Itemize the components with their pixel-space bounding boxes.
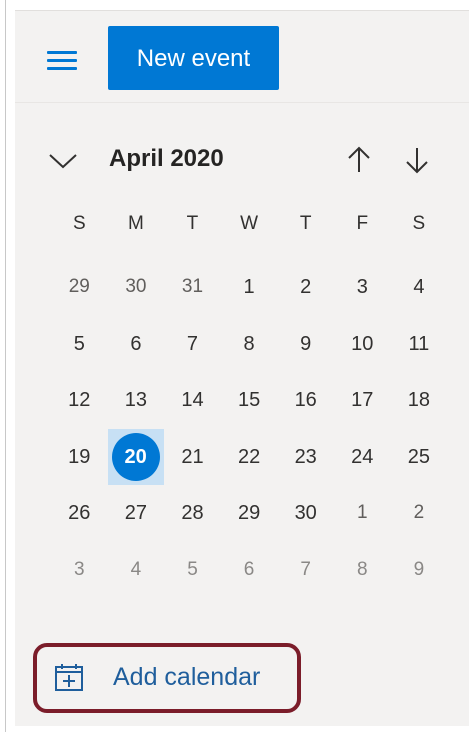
day-cell[interactable]: 10	[334, 316, 391, 373]
day-cell[interactable]: 4	[108, 542, 165, 599]
day-cell[interactable]: 7	[164, 316, 221, 373]
day-cell[interactable]: 17	[334, 372, 391, 429]
weekday-label: S	[72, 213, 86, 234]
day-cell[interactable]: 31	[164, 259, 221, 316]
weekday-header-row: S M T W T F S	[51, 213, 447, 245]
month-header: April 2020	[15, 141, 469, 181]
month-day-grid: 29 30 31 1 2 3 4 5 6 7 8 9 10 11 12 13 1…	[51, 259, 447, 599]
day-cell[interactable]: 1	[334, 485, 391, 542]
day-cell[interactable]: 2	[391, 485, 448, 542]
day-cell[interactable]: 6	[221, 542, 278, 599]
arrow-down-icon[interactable]	[400, 143, 434, 177]
day-cell[interactable]: 27	[108, 485, 165, 542]
weekday-label: F	[356, 213, 369, 234]
top-toolbar: New event	[15, 11, 469, 103]
day-cell[interactable]: 5	[164, 542, 221, 599]
add-calendar-icon	[54, 662, 84, 692]
day-cell[interactable]: 30	[277, 485, 334, 542]
day-cell[interactable]: 8	[334, 542, 391, 599]
day-cell[interactable]: 8	[221, 316, 278, 373]
day-cell[interactable]: 22	[221, 429, 278, 486]
day-cell-today[interactable]: 20	[107, 428, 165, 486]
day-cell[interactable]: 12	[51, 372, 108, 429]
hamburger-icon[interactable]	[43, 47, 79, 75]
new-event-button[interactable]: New event	[108, 26, 279, 90]
day-cell[interactable]: 3	[51, 542, 108, 599]
day-cell[interactable]: 13	[108, 372, 165, 429]
day-cell[interactable]: 29	[51, 259, 108, 316]
day-cell[interactable]: 26	[51, 485, 108, 542]
add-calendar-label: Add calendar	[113, 663, 261, 691]
day-cell[interactable]: 4	[391, 259, 448, 316]
day-cell[interactable]: 14	[164, 372, 221, 429]
weekday-label: S	[412, 213, 426, 234]
month-title[interactable]: April 2020	[109, 145, 224, 173]
day-cell[interactable]: 21	[164, 429, 221, 486]
day-cell[interactable]: 9	[277, 316, 334, 373]
day-cell[interactable]: 3	[334, 259, 391, 316]
weekday-label: M	[127, 213, 144, 234]
add-calendar-button[interactable]: Add calendar	[33, 643, 301, 713]
today-marker: 20	[111, 432, 160, 481]
day-cell[interactable]: 5	[51, 316, 108, 373]
weekday-label: T	[186, 213, 199, 234]
calendar-navigation-pane: New event April 2020 S M T W T F S 29 30…	[15, 10, 469, 726]
day-cell[interactable]: 16	[277, 372, 334, 429]
day-cell[interactable]: 29	[221, 485, 278, 542]
day-cell[interactable]: 11	[391, 316, 448, 373]
day-cell[interactable]: 19	[51, 429, 108, 486]
day-cell[interactable]: 30	[108, 259, 165, 316]
day-cell[interactable]: 2	[277, 259, 334, 316]
day-cell[interactable]: 15	[221, 372, 278, 429]
chevron-down-icon[interactable]	[47, 147, 79, 175]
day-cell[interactable]: 25	[391, 429, 448, 486]
weekday-label: T	[299, 213, 312, 234]
day-cell[interactable]: 18	[391, 372, 448, 429]
arrow-up-icon[interactable]	[342, 143, 376, 177]
weekday-label: W	[240, 213, 259, 234]
day-cell[interactable]: 24	[334, 429, 391, 486]
day-cell[interactable]: 23	[277, 429, 334, 486]
day-cell[interactable]: 28	[164, 485, 221, 542]
day-cell[interactable]: 1	[221, 259, 278, 316]
day-cell[interactable]: 6	[108, 316, 165, 373]
day-cell[interactable]: 7	[277, 542, 334, 599]
app-window: New event April 2020 S M T W T F S 29 30…	[5, 0, 472, 732]
day-cell[interactable]: 9	[391, 542, 448, 599]
